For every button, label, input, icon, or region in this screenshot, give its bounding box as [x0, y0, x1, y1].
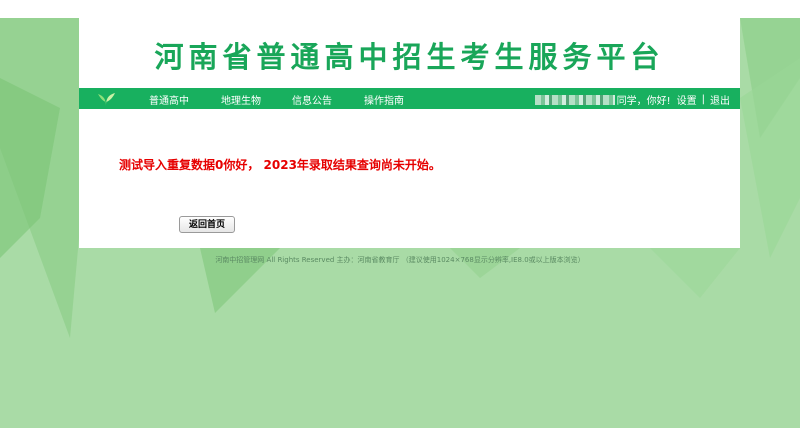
settings-link[interactable]: 设置 — [677, 92, 697, 107]
nav-item-guide[interactable]: 操作指南 — [364, 92, 404, 107]
footer-text: 河南中招管理网 All Rights Reserved 主办：河南省教育厅 （建… — [215, 256, 585, 264]
nav-item-announcements[interactable]: 信息公告 — [292, 92, 332, 107]
nav-item-general-high-school[interactable]: 普通高中 — [149, 92, 189, 107]
logout-link[interactable]: 退出 — [710, 92, 730, 107]
nav-item-geography-biology[interactable]: 地理生物 — [221, 92, 261, 107]
site-title: 河南省普通高中招生考生服务平台 — [154, 40, 665, 74]
status-message: 测试导入重复数据0你好， 2023年录取结果查询尚未开始。 — [119, 158, 441, 172]
user-area: 同学，你好! 设置 | 退出 — [534, 92, 730, 107]
leaf-icon — [98, 93, 115, 106]
back-home-button[interactable]: 返回首页 — [179, 216, 235, 233]
student-name-redacted — [534, 94, 615, 105]
nav-bar: 普通高中 地理生物 信息公告 操作指南 同学，你好! 设置 | 退出 — [79, 88, 740, 109]
top-white-band — [0, 0, 800, 18]
nav-separator: | — [701, 94, 705, 105]
greeting-text: 同学，你好! — [616, 96, 671, 107]
content-panel: 河南省普通高中招生考生服务平台 普通高中 地理生物 信息公告 操作指南 同学，你… — [79, 18, 740, 248]
